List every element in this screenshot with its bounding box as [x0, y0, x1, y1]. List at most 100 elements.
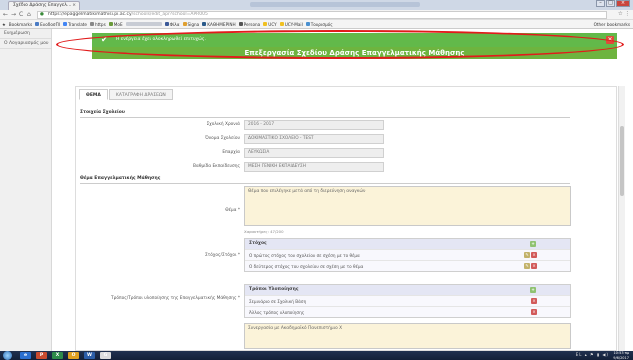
other-bookmarks[interactable]: Other bookmarks [594, 22, 630, 27]
system-tray[interactable]: EL ▴ ⚑ ▮ ◀) [576, 352, 609, 357]
district-label: Επαρχία [222, 150, 240, 155]
alert-message: Η ενέργεια έχει ολοκληρωθεί επιτυχώς. [116, 37, 206, 42]
bookmark-label: ΕυοδοσΠΙ [40, 21, 60, 27]
windows-taskbar: EL ▴ ⚑ ▮ ◀) 10:53 πμ 9/6/2017 ePXOWG [0, 351, 633, 360]
taskbar-app-icon[interactable]: X [52, 352, 63, 359]
sidebar-item-my-account[interactable]: Ο Λογαριασμός μου [0, 39, 51, 49]
scrollbar-thumb[interactable] [620, 126, 624, 196]
success-alert: ✔ Η ενέργεια έχει ολοκληρωθεί επιτυχώς. … [92, 33, 617, 47]
delete-icon[interactable]: × [531, 263, 537, 269]
taskbar-app-icon[interactable]: O [68, 352, 79, 359]
collaboration-textarea[interactable]: Συνεργασία με Ακαδημαϊκό Πανεπιστήμιο Χ [244, 323, 571, 349]
methods-label: Τρόπος/Τρόποι υλοποίησης της Επαγγελματι… [111, 296, 240, 301]
bookmark-label: https [94, 21, 106, 27]
bookmark-item[interactable]: ΚΑΘΗΜΕΡΙΝΗ [202, 21, 236, 27]
add-icon[interactable]: + [530, 287, 536, 293]
divider [80, 183, 570, 184]
browser-tab-title: Σχέδιο Δράσης Επαγγελ… [13, 3, 72, 8]
clock-time: 10:53 πμ [613, 351, 629, 355]
bookmark-favicon-icon [238, 22, 243, 26]
tab-actions[interactable]: ΚΑΤΑΓΡΑΦΗ ΔΡΑΣΕΩΝ [108, 89, 173, 100]
bookmark-item[interactable]: UCY [263, 22, 277, 27]
bookmark-item[interactable]: ΕυοδοσΠΙ [35, 22, 60, 27]
page-scrollbar[interactable] [618, 86, 625, 351]
window-controls: – □ × [596, 0, 630, 8]
topic-label: Θέμα * [225, 208, 240, 213]
table-row: Σεμινάριο σε Σχολική Βάση × [245, 295, 570, 306]
school-year-field[interactable]: 2016 - 2017 [244, 120, 384, 130]
add-icon[interactable]: + [530, 241, 536, 247]
edit-icon[interactable]: ✎ [524, 252, 530, 258]
goals-table-header: Στόχος + [245, 239, 570, 249]
method-text: Άλλος τρόπος υλοποίησης [249, 310, 305, 315]
bookmark-item[interactable]: https [89, 21, 106, 27]
methods-table-header: Τρόποι Υλοποίησης + [245, 285, 570, 295]
minimize-button[interactable]: – [596, 0, 605, 7]
school-name-field[interactable]: ΔΟΚΙΜΑΣΤΙΚΟ ΣΧΟΛΕΙΟ - TEST [244, 134, 384, 144]
char-counter: Χαρακτήρες: 47/200 [244, 229, 284, 234]
bookmark-label: MoE [113, 21, 123, 27]
home-icon[interactable]: ⌂ [27, 11, 31, 18]
window-close-button[interactable]: × [616, 0, 630, 7]
url-host: https://epaggelmatikimathisi.pi.ac.cy [48, 12, 132, 17]
taskbar-app-icon[interactable]: G [100, 352, 111, 359]
reload-icon[interactable]: C [19, 11, 23, 18]
bookmark-item[interactable]: Τουρισμός [305, 21, 333, 27]
bookmark-favicon-icon [263, 22, 268, 26]
blurred-region [250, 2, 420, 7]
edit-icon[interactable]: ✎ [524, 263, 530, 269]
goals-table: Στόχος + Ο πρώτος στόχος του σχολείου σε… [244, 238, 571, 272]
maximize-button[interactable]: □ [606, 0, 615, 7]
browser-menu[interactable]: ☆ ⋮ [618, 11, 630, 17]
delete-icon[interactable]: × [531, 252, 537, 258]
goals-label: Στόχος/Στόχοι * [204, 253, 240, 258]
bookmark-item[interactable]: Persona [238, 21, 261, 27]
tab-close-icon[interactable]: × [72, 2, 76, 10]
bookmark-item[interactable]: Translate [62, 22, 87, 27]
sidebar-item-updates[interactable]: Ενημέρωση [0, 29, 51, 39]
table-row: Ο πρώτος στόχος του σχολείου σε σχέση με… [245, 249, 570, 260]
bookmark-item[interactable]: Φίλα [164, 21, 180, 27]
clock-date: 9/6/2017 [613, 355, 629, 360]
page-title: Επεξεργασία Σχεδίου Δράσης Επαγγελματική… [92, 47, 617, 59]
start-button[interactable] [3, 351, 12, 360]
taskbar-app-icon[interactable]: e [20, 352, 31, 359]
delete-icon[interactable]: × [531, 298, 537, 304]
taskbar-app-icon[interactable]: W [84, 352, 95, 359]
bookmarks-bar-label[interactable]: Bookmarks [9, 22, 32, 27]
bookmark-item[interactable]: Signa [182, 22, 199, 27]
browser-nav-bar: ← → C ⌂ ● https://epaggelmatikimathisi.p… [0, 10, 633, 20]
methods-table: Τρόποι Υλοποίησης + Σεμινάριο σε Σχολική… [244, 284, 571, 318]
bookmark-label: ΚΑΘΗΜΕΡΙΝΗ [207, 21, 236, 27]
url-path: /schools/edit_apr?school=APR005 [131, 12, 208, 17]
school-section-heading: Στοιχεία Σχολείου [80, 110, 125, 115]
bookmarks-bar: ★ Bookmarks ΕυοδοσΠΙ Translate https MoE Φίλ… [0, 20, 633, 29]
bookmark-label: Τουρισμός [310, 21, 333, 27]
bookmark-label: Φίλα [169, 21, 180, 27]
goal-text: Ο δεύτερος στόχος του σχολείου σε σχέση … [249, 264, 364, 269]
browser-tab-strip: Σχέδιο Δράσης Επαγγελ… × – □ × [0, 0, 633, 10]
blurred-bookmark [125, 22, 162, 26]
address-bar[interactable]: ● https://epaggelmatikimathisi.pi.ac.cy/… [37, 11, 607, 19]
education-level-field[interactable]: ΜΕΣΗ ΓΕΝΙΚΗ ΕΚΠΑΙΔΕΥΣΗ [244, 162, 384, 172]
topic-textarea[interactable]: Θέμα που επιλέγηκε μετά από τη διερεύνησ… [244, 186, 571, 226]
star-icon[interactable]: ☆ [618, 11, 623, 17]
browser-tab[interactable]: Σχέδιο Δράσης Επαγγελ… × [8, 1, 80, 10]
district-field[interactable]: ΛΕΥΚΩΣΙΑ [244, 148, 384, 158]
bookmark-favicon-icon [305, 22, 310, 26]
bookmark-item[interactable]: UCY-Mail [279, 22, 303, 27]
clock: 10:53 πμ 9/6/2017 [613, 351, 629, 360]
menu-icon[interactable]: ⋮ [625, 11, 631, 17]
taskbar-app-icon[interactable]: P [36, 352, 47, 359]
bookmark-label: Persona [243, 21, 261, 27]
back-arrow-icon[interactable]: ← [3, 11, 8, 18]
checkmark-icon: ✔ [101, 35, 108, 44]
bookmark-item[interactable]: MoE [108, 21, 123, 27]
divider [80, 117, 570, 118]
topic-section-heading: Θέμα Επαγγελματικής Μάθησης [80, 176, 161, 181]
alert-close-icon[interactable]: ✕ [606, 36, 614, 44]
forward-arrow-icon[interactable]: → [11, 11, 16, 18]
method-text: Σεμινάριο σε Σχολική Βάση [249, 299, 307, 304]
tab-topic[interactable]: ΘΕΜΑ [79, 89, 108, 100]
delete-icon[interactable]: × [531, 309, 537, 315]
